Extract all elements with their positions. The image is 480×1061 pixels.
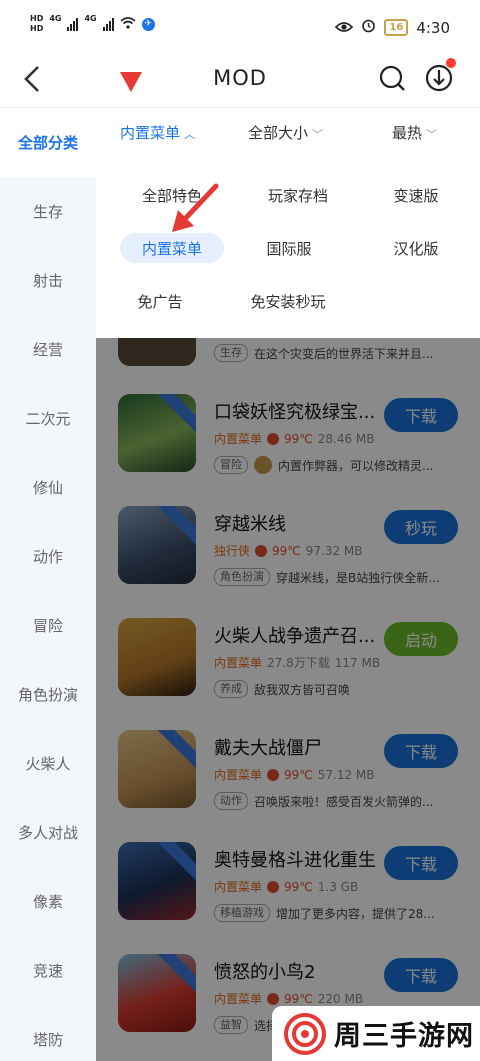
annotation-arrow-dropdown (172, 183, 219, 232)
sidebar-item-survival[interactable]: 生存 (0, 177, 96, 246)
option-speed-version[interactable]: 变速版 (372, 180, 460, 210)
filter-feature[interactable]: 内置菜单 ︿ (120, 122, 195, 143)
annotation-arrow-top (120, 72, 142, 92)
filter-size[interactable]: 全部大小 ﹀ (248, 122, 323, 143)
sidebar-item-anime[interactable]: 二次元 (0, 384, 96, 453)
top-nav-bar: MOD (0, 56, 480, 108)
network-type-2: 4G (84, 14, 97, 23)
filter-bar: 内置菜单 ︿ 全部大小 ﹀ 最热 ﹀ (96, 108, 480, 160)
filter-sort-label: 最热 (392, 124, 423, 142)
sidebar-item-management[interactable]: 经营 (0, 315, 96, 384)
battery-icon: 16 (384, 19, 409, 36)
option-international[interactable]: 国际服 (246, 233, 332, 263)
search-icon[interactable] (378, 64, 406, 92)
sidebar-item-stickman[interactable]: 火柴人 (0, 729, 96, 798)
signal-icon-1 (67, 17, 79, 31)
option-chinese-version[interactable]: 汉化版 (372, 233, 460, 263)
sidebar-item-all[interactable]: 全部分类 (0, 108, 96, 177)
status-left: HD HD 4G 4G ✈ (30, 14, 155, 34)
signal-icon-2 (102, 17, 114, 31)
hd-bottom: HD (30, 24, 44, 33)
status-bar: HD HD 4G 4G ✈ 16 4:30 (0, 0, 480, 56)
notification-dot (446, 58, 456, 68)
filter-feature-label: 内置菜单 (120, 124, 181, 142)
sidebar-item-racing[interactable]: 竞速 (0, 936, 96, 1005)
feature-dropdown: 全部特色 玩家存档 变速版 内置菜单 国际服 汉化版 免广告 免安装秒玩 (96, 160, 480, 338)
chevron-down-icon: ﹀ (312, 128, 324, 141)
status-time: 4:30 (416, 18, 450, 37)
option-player-saves[interactable]: 玩家存档 (246, 180, 350, 210)
status-right: 16 4:30 (335, 18, 450, 37)
watermark-text: 周三手游网 (334, 1021, 474, 1052)
category-sidebar: 全部分类 生存 射击 经营 二次元 修仙 动作 冒险 角色扮演 火柴人 多人对战… (0, 108, 96, 1061)
sidebar-item-shooting[interactable]: 射击 (0, 246, 96, 315)
site-watermark: 周三手游网 (272, 1006, 480, 1061)
option-instant-play[interactable]: 免安装秒玩 (236, 286, 340, 316)
watermark-logo-icon (284, 1012, 326, 1055)
sidebar-item-adventure[interactable]: 冒险 (0, 591, 96, 660)
sidebar-item-multiplayer[interactable]: 多人对战 (0, 798, 96, 867)
sidebar-item-rpg[interactable]: 角色扮演 (0, 660, 96, 729)
dropdown-dim-overlay[interactable] (96, 338, 480, 1061)
page-title: MOD (213, 66, 267, 90)
filter-size-label: 全部大小 (248, 124, 309, 142)
sidebar-item-tower-defense[interactable]: 塔防 (0, 1005, 96, 1061)
option-no-ads[interactable]: 免广告 (120, 286, 200, 316)
sidebar-item-action[interactable]: 动作 (0, 522, 96, 591)
chevron-down-icon: ﹀ (426, 128, 438, 141)
option-built-in-menu[interactable]: 内置菜单 (120, 233, 224, 263)
app-screen: HD HD 4G 4G ✈ 16 4:30 MOD 全部分类 生存 射击 经营 … (0, 0, 480, 1061)
app-notification-icon: ✈ (141, 17, 155, 31)
alarm-icon (361, 18, 376, 37)
filter-sort[interactable]: 最热 ﹀ (392, 122, 437, 143)
sidebar-item-pixel[interactable]: 像素 (0, 867, 96, 936)
chevron-up-icon: ︿ (184, 128, 196, 141)
eye-comfort-icon (335, 19, 354, 37)
network-type-1: 4G (49, 14, 62, 23)
sidebar-item-cultivation[interactable]: 修仙 (0, 453, 96, 522)
hd-top: HD (30, 14, 44, 23)
hd-indicator: HD HD (30, 14, 43, 34)
wifi-icon (120, 16, 136, 33)
